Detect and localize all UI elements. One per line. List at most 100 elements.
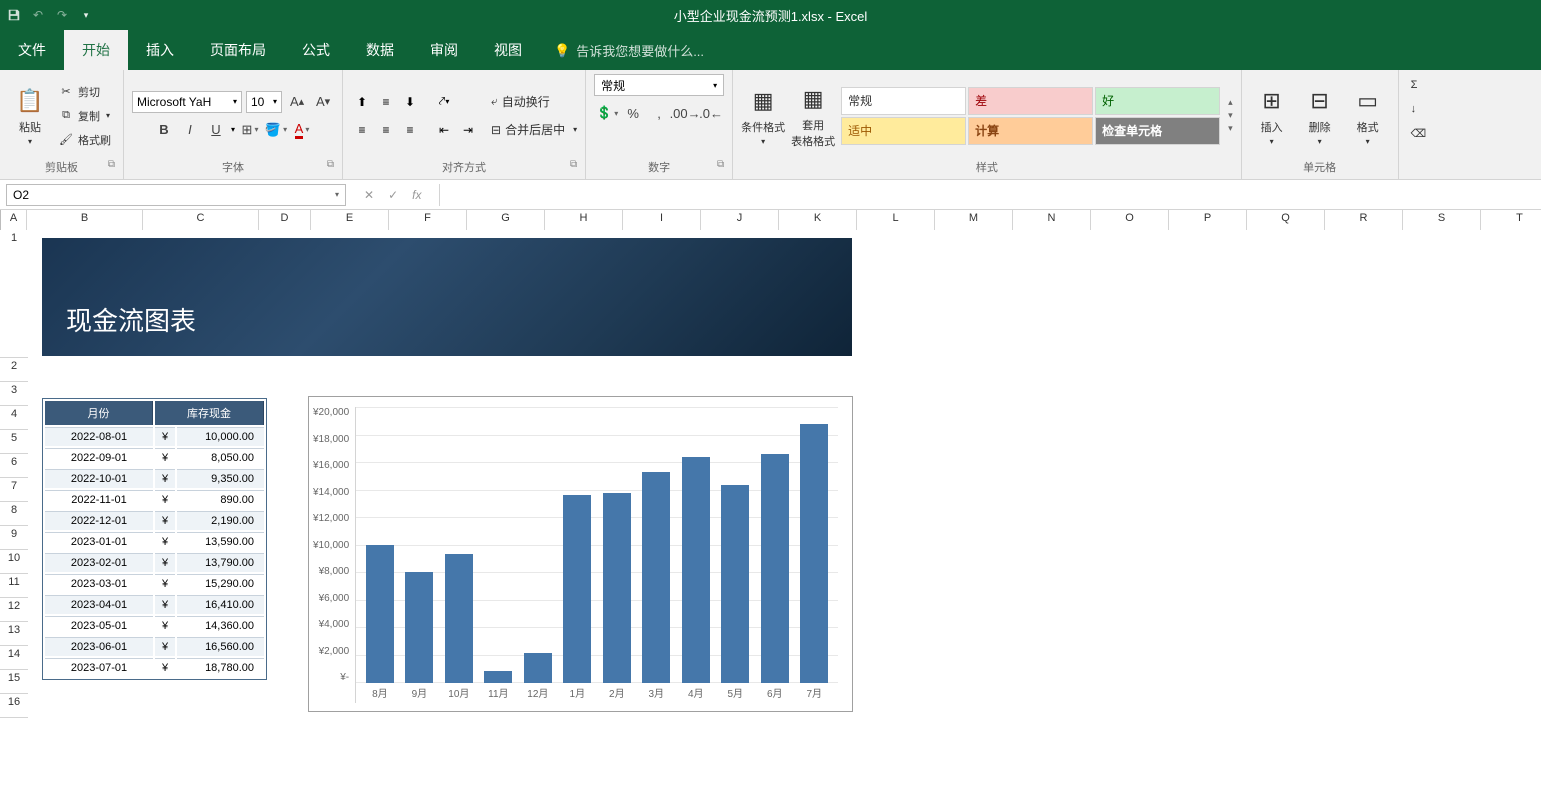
qat-dropdown-icon[interactable]: ▾ — [78, 7, 94, 23]
col-header-P[interactable]: P — [1169, 210, 1247, 230]
col-header-G[interactable]: G — [467, 210, 545, 230]
table-row[interactable]: 2023-05-01¥14,360.00 — [45, 616, 264, 635]
row-header-7[interactable]: 7 — [0, 478, 28, 502]
increase-indent-button[interactable]: ⇥ — [457, 119, 479, 141]
cancel-formula-icon[interactable]: ✕ — [364, 188, 374, 202]
style-normal[interactable]: 常规 — [841, 87, 966, 115]
table-row[interactable]: 2023-03-01¥15,290.00 — [45, 574, 264, 593]
row-header-10[interactable]: 10 — [0, 550, 28, 574]
row-header-16[interactable]: 16 — [0, 694, 28, 718]
col-header-M[interactable]: M — [935, 210, 1013, 230]
cell-area[interactable]: 现金流图表 月份 库存现金 2022-08-01¥10,000.002022-0… — [28, 230, 1541, 792]
font-launcher[interactable]: ⧉ — [327, 159, 334, 170]
number-format-combo[interactable]: 常规▾ — [594, 74, 724, 96]
gallery-more-icon[interactable]: ▾ — [1228, 123, 1233, 134]
table-row[interactable]: 2022-10-01¥9,350.00 — [45, 469, 264, 488]
align-middle-button[interactable]: ≡ — [375, 91, 397, 113]
row-header-2[interactable]: 2 — [0, 358, 28, 382]
col-header-B[interactable]: B — [27, 210, 143, 230]
enter-formula-icon[interactable]: ✓ — [388, 188, 398, 202]
chart-bar[interactable] — [484, 671, 512, 683]
insert-cells-button[interactable]: ⊞插入▾ — [1250, 80, 1294, 152]
merge-button[interactable]: ⊟合并后居中▾ — [491, 119, 577, 141]
table-row[interactable]: 2023-06-01¥16,560.00 — [45, 637, 264, 656]
increase-font-button[interactable]: A▴ — [286, 91, 308, 113]
col-header-A[interactable]: A — [1, 210, 27, 230]
accounting-button[interactable]: 💲 — [596, 102, 618, 124]
autosum-button[interactable]: Σ — [1407, 74, 1422, 96]
tab-review[interactable]: 审阅 — [412, 30, 476, 70]
row-header-14[interactable]: 14 — [0, 646, 28, 670]
table-row[interactable]: 2022-12-01¥2,190.00 — [45, 511, 264, 530]
save-icon[interactable] — [6, 7, 22, 23]
copy-button[interactable]: ⧉复制▾ — [54, 105, 115, 127]
col-header-N[interactable]: N — [1013, 210, 1091, 230]
style-bad[interactable]: 差 — [968, 87, 1093, 115]
col-header-Q[interactable]: Q — [1247, 210, 1325, 230]
redo-icon[interactable]: ↷ — [54, 7, 70, 23]
underline-button[interactable]: U — [205, 119, 227, 141]
undo-icon[interactable]: ↶ — [30, 7, 46, 23]
col-header-J[interactable]: J — [701, 210, 779, 230]
col-header-I[interactable]: I — [623, 210, 701, 230]
style-check[interactable]: 检查单元格 — [1095, 117, 1220, 145]
row-header-4[interactable]: 4 — [0, 406, 28, 430]
row-header-13[interactable]: 13 — [0, 622, 28, 646]
table-row[interactable]: 2023-02-01¥13,790.00 — [45, 553, 264, 572]
chart-bar[interactable] — [563, 495, 591, 683]
alignment-launcher[interactable]: ⧉ — [570, 159, 577, 170]
col-header-K[interactable]: K — [779, 210, 857, 230]
tab-insert[interactable]: 插入 — [128, 30, 192, 70]
chart-bar[interactable] — [366, 545, 394, 683]
align-right-button[interactable]: ≡ — [399, 119, 421, 141]
orientation-button[interactable]: ⤤▾ — [433, 91, 455, 113]
col-header-L[interactable]: L — [857, 210, 935, 230]
col-header-F[interactable]: F — [389, 210, 467, 230]
tab-data[interactable]: 数据 — [348, 30, 412, 70]
font-size-combo[interactable]: 10▾ — [246, 91, 282, 113]
row-header-3[interactable]: 3 — [0, 382, 28, 406]
tab-view[interactable]: 视图 — [476, 30, 540, 70]
name-box[interactable]: O2▾ — [6, 184, 346, 206]
clear-button[interactable]: ⌫ — [1407, 122, 1431, 144]
tab-home[interactable]: 开始 — [64, 30, 128, 70]
font-color-button[interactable]: A — [291, 119, 313, 141]
percent-button[interactable]: % — [622, 102, 644, 124]
bold-button[interactable]: B — [153, 119, 175, 141]
col-header-C[interactable]: C — [143, 210, 259, 230]
chart-bar[interactable] — [761, 454, 789, 683]
table-row[interactable]: 2022-09-01¥8,050.00 — [45, 448, 264, 467]
styles-gallery[interactable]: 常规 差 好 适中 计算 检查单元格 — [841, 87, 1220, 145]
comma-button[interactable]: , — [648, 102, 670, 124]
col-header-O[interactable]: O — [1091, 210, 1169, 230]
table-row[interactable]: 2023-07-01¥18,780.00 — [45, 658, 264, 677]
chart-bar[interactable] — [721, 485, 749, 683]
clipboard-launcher[interactable]: ⧉ — [108, 159, 115, 170]
col-header-S[interactable]: S — [1403, 210, 1481, 230]
row-header-6[interactable]: 6 — [0, 454, 28, 478]
decrease-decimal-button[interactable]: .0← — [700, 102, 722, 124]
chart-bar[interactable] — [682, 457, 710, 683]
table-row[interactable]: 2023-04-01¥16,410.00 — [45, 595, 264, 614]
chart-bar[interactable] — [800, 424, 828, 683]
format-table-button[interactable]: ▦套用 表格格式 — [791, 80, 835, 152]
row-header-8[interactable]: 8 — [0, 502, 28, 526]
col-header-R[interactable]: R — [1325, 210, 1403, 230]
chart-bar[interactable] — [603, 493, 631, 683]
align-center-button[interactable]: ≡ — [375, 119, 397, 141]
decrease-indent-button[interactable]: ⇤ — [433, 119, 455, 141]
fill-color-button[interactable]: 🪣 — [265, 119, 287, 141]
fx-icon[interactable]: fx — [412, 188, 421, 202]
gallery-up-icon[interactable]: ▴ — [1228, 97, 1233, 108]
cut-button[interactable]: ✂剪切 — [54, 81, 115, 103]
tab-layout[interactable]: 页面布局 — [192, 30, 284, 70]
format-painter-button[interactable]: 🖌格式刷 — [54, 129, 115, 151]
border-button[interactable]: ⊞ — [239, 119, 261, 141]
col-header-H[interactable]: H — [545, 210, 623, 230]
col-header-E[interactable]: E — [311, 210, 389, 230]
style-good[interactable]: 好 — [1095, 87, 1220, 115]
row-header-1[interactable]: 1 — [0, 230, 28, 358]
align-top-button[interactable]: ⬆ — [351, 91, 373, 113]
gallery-down-icon[interactable]: ▾ — [1228, 110, 1233, 121]
format-cells-button[interactable]: ▭格式▾ — [1346, 80, 1390, 152]
